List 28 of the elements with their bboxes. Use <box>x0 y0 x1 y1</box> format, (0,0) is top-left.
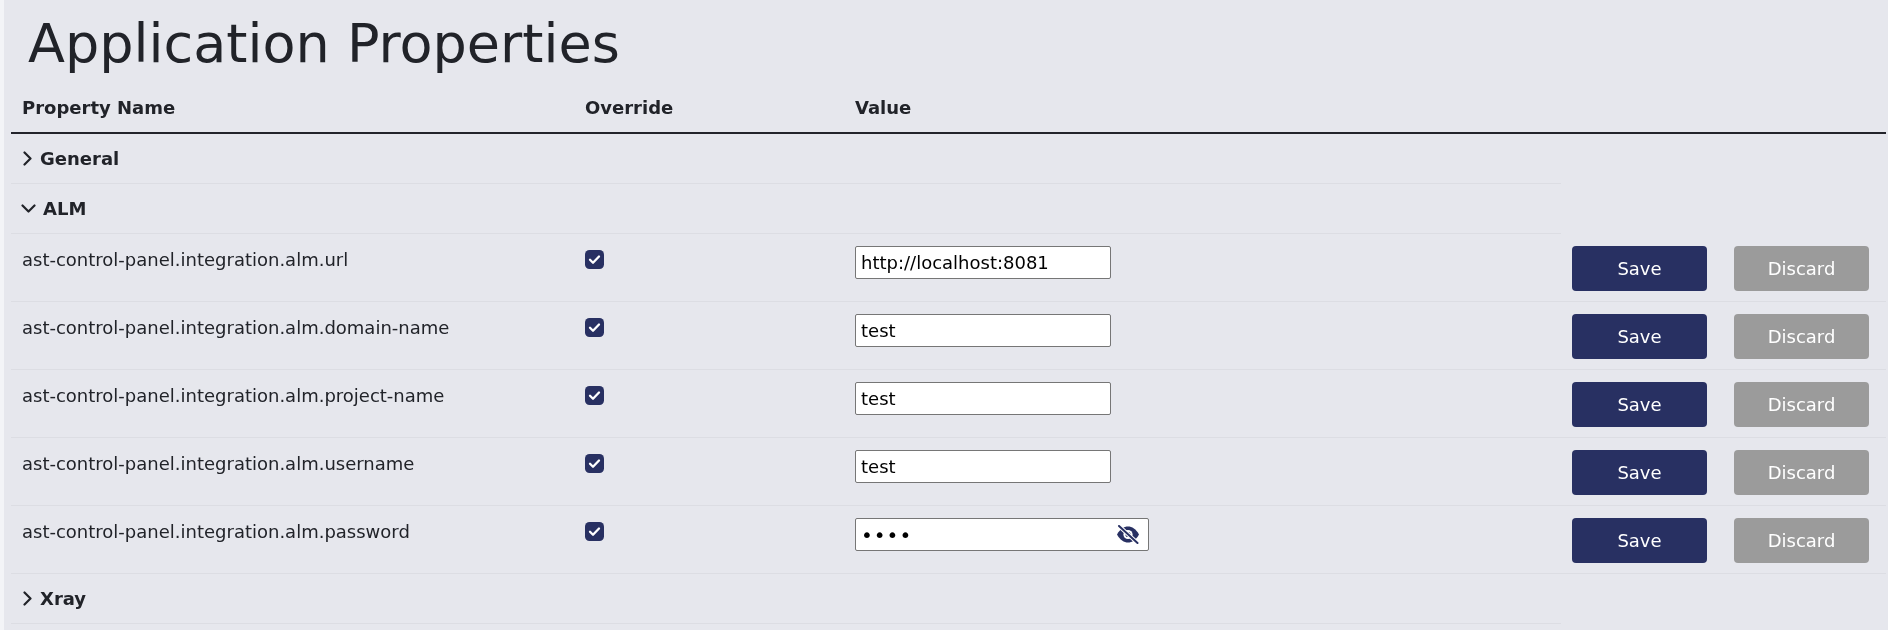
checkbox[interactable] <box>585 250 604 269</box>
save-button[interactable]: Save <box>1572 450 1707 495</box>
property-name: ast-control-panel.integration.alm.username <box>22 453 415 474</box>
checkbox[interactable] <box>585 386 604 405</box>
value-field[interactable]: test <box>855 382 1111 415</box>
property-name: ast-control-panel.integration.alm.password <box>22 521 410 542</box>
column-header: Override <box>585 97 674 118</box>
password-field[interactable]: •••• <box>855 518 1149 551</box>
value-field[interactable]: test <box>855 450 1111 483</box>
eye-slash-icon[interactable] <box>1116 525 1140 544</box>
page-title: Application Properties <box>28 12 620 75</box>
group-toggle[interactable]: Xray <box>23 588 87 609</box>
group-toggle[interactable]: ALM <box>21 198 87 219</box>
save-button[interactable]: Save <box>1572 518 1707 563</box>
property-name: ast-control-panel.integration.alm.domain-name <box>22 317 450 338</box>
group-toggle[interactable]: General <box>23 148 120 169</box>
checkbox[interactable] <box>585 318 604 337</box>
value-field[interactable]: test <box>855 314 1111 347</box>
column-header: Value <box>855 97 912 118</box>
column-header: Property Name <box>22 97 176 118</box>
save-button[interactable]: Save <box>1572 314 1707 359</box>
property-name: ast-control-panel.integration.alm.project-name <box>22 385 445 406</box>
property-name: ast-control-panel.integration.alm.url <box>22 249 349 270</box>
save-button[interactable]: Save <box>1572 246 1707 291</box>
checkbox[interactable] <box>585 454 604 473</box>
value-field[interactable]: http://localhost:8081 <box>855 246 1111 279</box>
save-button[interactable]: Save <box>1572 382 1707 427</box>
checkbox[interactable] <box>585 522 604 541</box>
